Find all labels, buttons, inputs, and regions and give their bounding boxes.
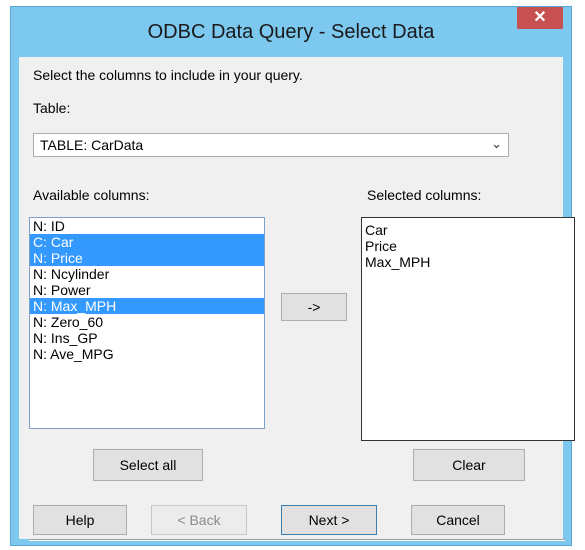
list-item[interactable]: N: Power [30,282,264,298]
back-button: < Back [151,505,247,535]
list-item[interactable]: N: Max_MPH [30,298,264,314]
cancel-button[interactable]: Cancel [411,505,505,535]
selected-columns-list[interactable]: Car Price Max_MPH [361,217,575,441]
select-all-button[interactable]: Select all [93,449,203,481]
list-item[interactable]: N: Ncylinder [30,266,264,282]
dialog-window: ODBC Data Query - Select Data ✕ Select t… [10,6,575,546]
list-item[interactable]: Max_MPH [362,254,574,270]
help-button[interactable]: Help [33,505,127,535]
list-item[interactable]: N: Price [30,250,264,266]
list-item[interactable]: N: Ave_MPG [30,346,264,362]
list-item[interactable]: N: ID [30,218,264,234]
list-item[interactable]: Price [362,238,574,254]
table-select-value: TABLE: CarData [40,137,144,153]
list-item[interactable]: N: Ins_GP [30,330,264,346]
list-item[interactable]: N: Zero_60 [30,314,264,330]
available-columns-list[interactable]: N: ID C: Car N: Price N: Ncylinder N: Po… [29,217,265,429]
table-label: Table: [33,100,71,116]
divider [29,539,565,541]
close-icon[interactable]: ✕ [517,7,563,29]
list-item[interactable]: Car [362,222,574,238]
dialog-title: ODBC Data Query - Select Data [147,21,435,43]
next-button[interactable]: Next > [281,505,377,535]
list-item[interactable]: C: Car [30,234,264,250]
table-select[interactable]: TABLE: CarData ⌄ [33,133,509,157]
chevron-down-icon[interactable]: ⌄ [491,136,502,152]
dialog-body: Select the columns to include in your qu… [19,57,575,541]
available-columns-label: Available columns: [33,187,150,203]
selected-columns-label: Selected columns: [367,187,482,203]
clear-button[interactable]: Clear [413,449,525,481]
add-column-button[interactable]: -> [281,293,347,321]
instructions-text: Select the columns to include in your qu… [33,67,303,83]
